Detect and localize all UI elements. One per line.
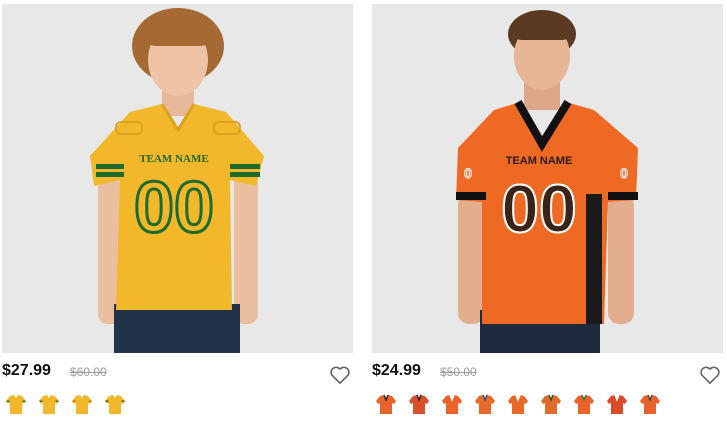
swatch-jersey-icon[interactable]	[70, 392, 94, 416]
price: $27.99	[2, 362, 51, 379]
swatch-jersey-icon[interactable]	[605, 392, 629, 416]
jersey-number: 00	[134, 168, 214, 248]
jersey-team-name: TEAM NAME	[139, 153, 208, 165]
swatch-jersey-icon[interactable]	[638, 392, 662, 416]
jersey-team-name: TEAM NAME	[506, 155, 573, 167]
swatch-jersey-icon[interactable]	[103, 392, 127, 416]
swatch-jersey-icon[interactable]	[572, 392, 596, 416]
swatch-jersey-icon[interactable]	[506, 392, 530, 416]
jersey-number: 00	[501, 171, 577, 247]
product-card[interactable]: TEAM NAME 00 $27.99 $60.00	[2, 0, 353, 427]
color-swatches	[374, 392, 662, 418]
swatch-jersey-icon[interactable]	[473, 392, 497, 416]
heart-outline-icon[interactable]	[329, 365, 351, 385]
heart-outline-icon[interactable]	[699, 365, 721, 385]
swatch-jersey-icon[interactable]	[37, 392, 61, 416]
svg-text:0: 0	[464, 165, 472, 181]
price: $24.99	[372, 362, 421, 379]
original-price: $60.00	[70, 365, 107, 379]
color-swatches	[4, 392, 127, 418]
swatch-jersey-icon[interactable]	[440, 392, 464, 416]
original-price: $50.00	[440, 365, 477, 379]
product-image[interactable]: 0 0 TEAM NAME 00	[372, 4, 723, 353]
svg-text:0: 0	[620, 165, 628, 181]
swatch-jersey-icon[interactable]	[4, 392, 28, 416]
product-image[interactable]: TEAM NAME 00	[2, 4, 353, 353]
swatch-jersey-icon[interactable]	[374, 392, 398, 416]
swatch-jersey-icon[interactable]	[407, 392, 431, 416]
product-card[interactable]: 0 0 TEAM NAME 00 $24.99 $50.00	[372, 0, 723, 427]
swatch-jersey-icon[interactable]	[539, 392, 563, 416]
